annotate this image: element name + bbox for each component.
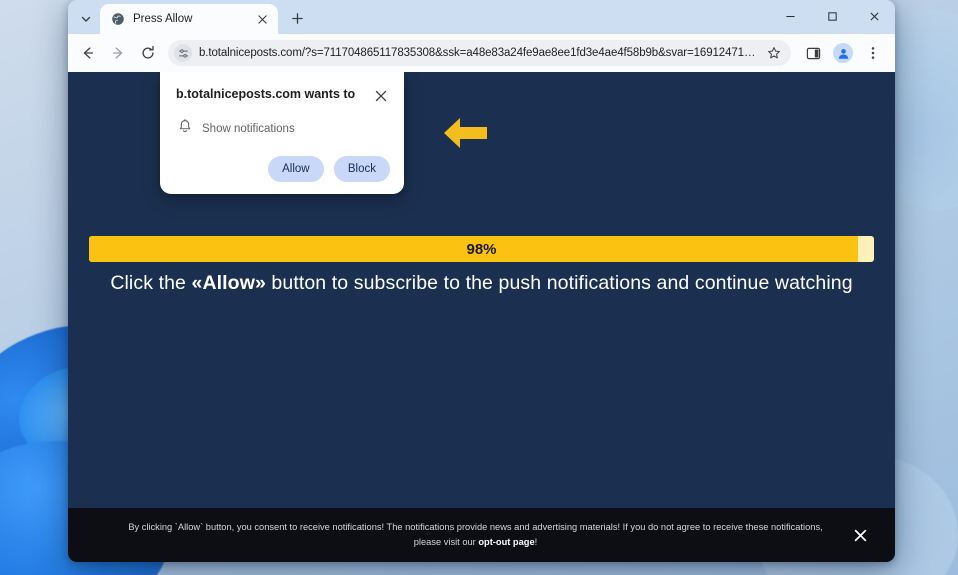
star-icon (768, 47, 780, 59)
dialog-close-button[interactable] (372, 87, 390, 105)
site-settings-icon[interactable] (174, 44, 192, 62)
left-arrow-icon (442, 115, 488, 151)
side-panel-button[interactable] (799, 39, 827, 67)
close-icon (375, 90, 387, 102)
address-bar-url: b.totalniceposts.com/?s=7117048651178353… (199, 47, 758, 59)
maximize-icon (827, 11, 837, 21)
reload-icon (142, 45, 154, 59)
window-controls (769, 0, 895, 32)
opt-out-link[interactable]: opt-out page (478, 537, 534, 547)
browser-toolbar: b.totalniceposts.com/?s=7117048651178353… (68, 34, 895, 72)
maximize-button[interactable] (811, 0, 853, 32)
close-icon (869, 11, 879, 21)
close-icon (257, 14, 267, 24)
back-button[interactable] (74, 39, 102, 67)
close-icon (854, 529, 866, 541)
minimize-icon (785, 15, 795, 17)
forward-button[interactable] (104, 39, 132, 67)
tab-strip: Press Allow (68, 0, 895, 34)
close-button[interactable] (853, 0, 895, 32)
page-headline: Click the «Allow» button to subscribe to… (68, 272, 895, 295)
tab-search-button[interactable] (72, 6, 100, 32)
page-viewport: b.totalniceposts.com wants to Show notif… (68, 72, 895, 562)
browser-window: Press Allow b.totalniceposts.com/?s=7117… (68, 0, 895, 562)
allow-button[interactable]: Allow (267, 156, 324, 182)
consent-close-button[interactable] (849, 524, 871, 546)
tab-title: Press Allow (133, 13, 193, 25)
consent-banner-text: By clicking `Allow` button, you consent … (102, 520, 849, 551)
minimize-button[interactable] (769, 0, 811, 32)
permission-row: Show notifications (176, 119, 390, 139)
browser-tab[interactable]: Press Allow (100, 4, 278, 34)
notification-permission-dialog: b.totalniceposts.com wants to Show notif… (160, 72, 404, 194)
three-dot-menu-icon (871, 47, 875, 59)
profile-button[interactable] (829, 39, 857, 67)
browser-menu-button[interactable] (859, 39, 887, 67)
profile-avatar-icon (833, 43, 853, 63)
dialog-title: b.totalniceposts.com wants to (176, 87, 356, 101)
new-tab-button[interactable] (284, 5, 310, 31)
consent-line-2-before: please visit our (413, 537, 479, 547)
headline-after: button to subscribe to the push notifica… (265, 272, 853, 294)
back-arrow-icon (83, 47, 94, 59)
dialog-actions: Allow Block (176, 156, 390, 182)
reload-button[interactable] (134, 39, 162, 67)
bookmark-star-button[interactable] (765, 44, 783, 62)
forward-arrow-icon (112, 47, 123, 59)
tab-close-button[interactable] (254, 11, 270, 27)
headline-before: Click the (110, 272, 192, 294)
headline-emphasis: «Allow» (191, 272, 266, 294)
plus-icon (291, 12, 303, 24)
bell-icon (178, 119, 192, 139)
progress-percent-label: 98% (466, 240, 497, 258)
permission-label: Show notifications (202, 123, 295, 135)
block-button[interactable]: Block (333, 156, 390, 182)
address-bar[interactable]: b.totalniceposts.com/?s=7117048651178353… (168, 40, 791, 66)
chevron-down-icon (81, 16, 91, 22)
progress-bar: 98% (89, 236, 874, 262)
dialog-header: b.totalniceposts.com wants to (176, 86, 390, 105)
side-panel-icon (806, 47, 820, 59)
consent-banner: By clicking `Allow` button, you consent … (68, 508, 895, 562)
consent-line-1: By clicking `Allow` button, you consent … (128, 521, 823, 532)
consent-line-2-after: ! (534, 537, 538, 547)
globe-icon (110, 12, 125, 27)
